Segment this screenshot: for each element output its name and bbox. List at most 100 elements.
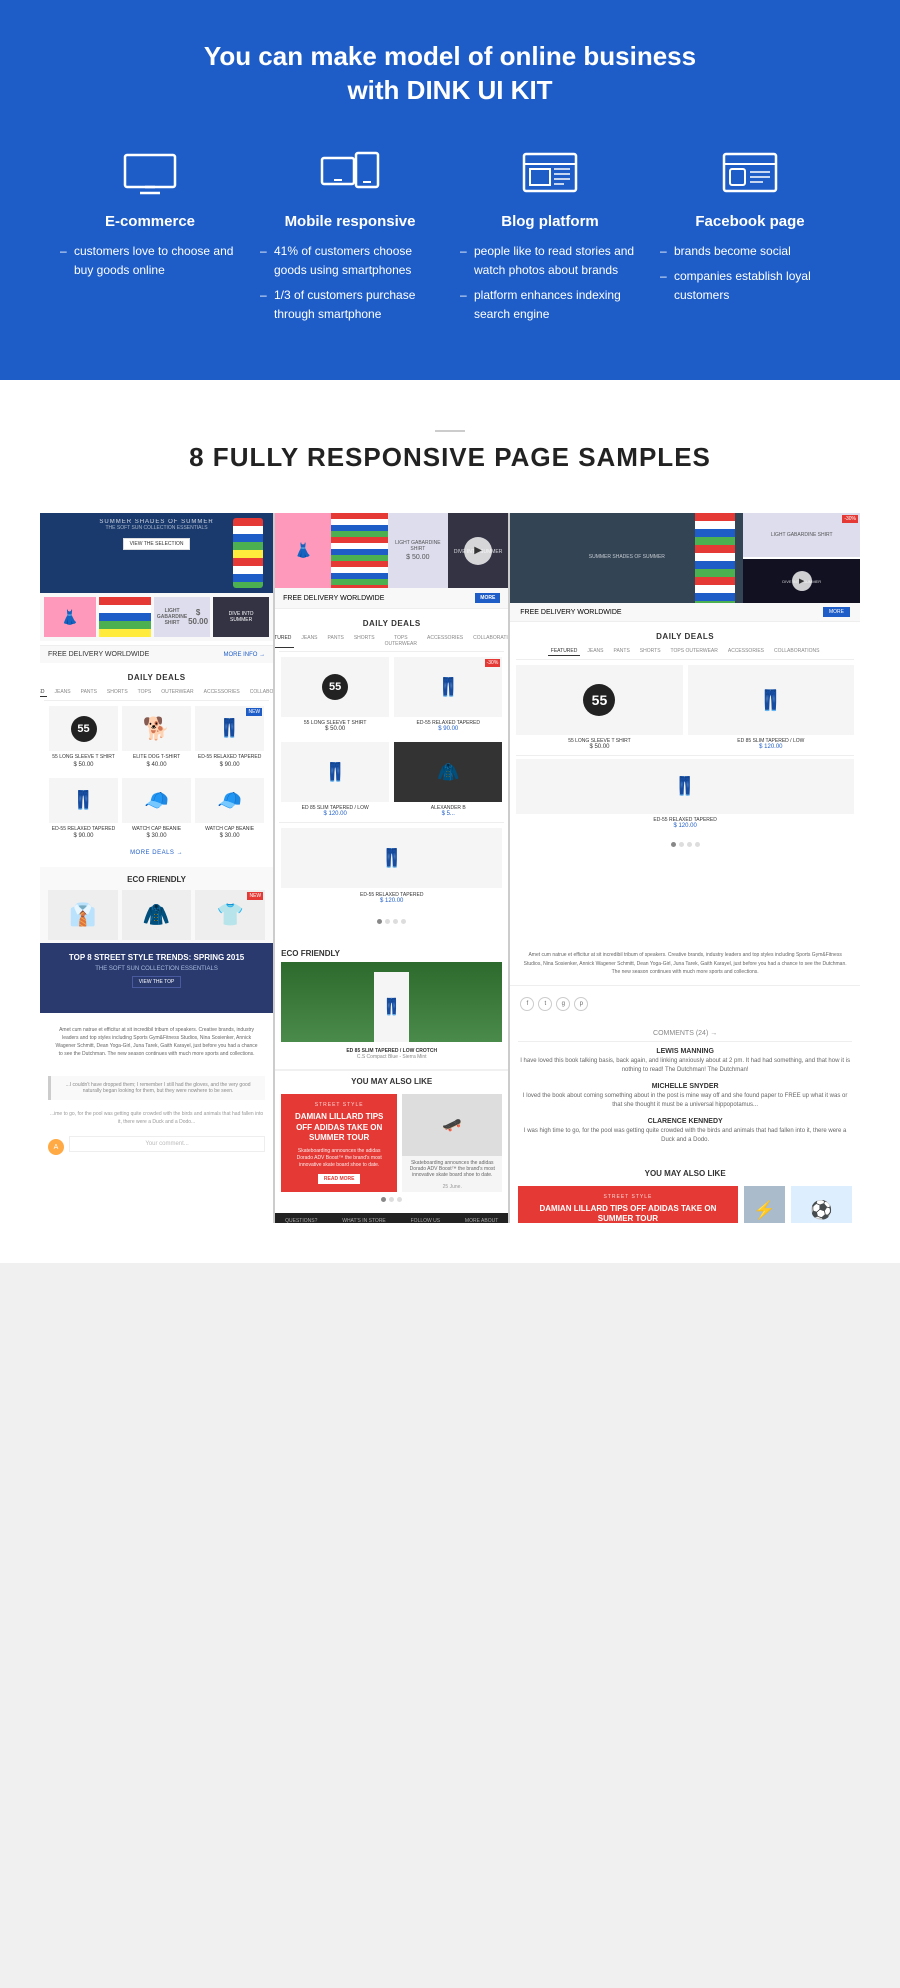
tab3-shorts[interactable]: SHORTS (637, 647, 664, 656)
tab3-featured[interactable]: FEATURED (548, 647, 581, 656)
comment-1: LEWIS MANNING I have loved this book tal… (518, 1048, 852, 1075)
dots-2 (275, 914, 508, 929)
comment-input[interactable]: Your comment... (69, 1136, 265, 1152)
thumb-1: 👗 (44, 597, 96, 637)
shirt-icon: 👔 (69, 902, 96, 928)
products-row-3: 👖 ED 85 SLIM TAPERED / LOW $ 120.00 🧥 AL… (279, 737, 504, 822)
hero-main-slide: SUMMER SHADES OF SUMMER (510, 513, 743, 603)
tab2-accessories[interactable]: ACCESSORIES (424, 634, 466, 648)
tab-accessories[interactable]: ACCESSORIES (201, 688, 243, 697)
more-info-link[interactable]: MORE INFO → (223, 652, 265, 658)
tab-pants[interactable]: PANTS (78, 688, 100, 697)
pants-icon: 👖 (218, 718, 240, 739)
eco-title-2: ECO FRIENDLY (281, 949, 340, 958)
comment-author-2: MICHELLE SNYDER (518, 1083, 852, 1090)
tab3-collaborations[interactable]: COLLABORATIONS (771, 647, 822, 656)
card-btn-1[interactable]: READ MORE (318, 1174, 361, 1184)
tab3-tops-outerwear[interactable]: TOPS OUTERWEAR (668, 647, 721, 656)
more-btn-3[interactable]: MORE (823, 607, 850, 617)
comment-input-row: A Your comment... (40, 1131, 273, 1163)
play-button[interactable]: ▶ (464, 537, 492, 565)
thumb-4: DIVE INTOSUMMER (213, 597, 269, 637)
slider-row-2: 👗 LIGHT GABARDINE SHIRT $ 50.00 ▶ DIVE I… (275, 513, 508, 588)
slide-thumbs-3: -30% LIGHT GABARDINE SHIRT ▶ DIVE INTO S… (743, 513, 860, 603)
card-wide-label-1: STREET STYLE (526, 1194, 729, 1200)
free-delivery-text-2: FREE DELIVERY WORLDWIDE (283, 595, 384, 602)
comment-text-1: I have loved this book talking basis, ba… (518, 1057, 852, 1075)
free-delivery-text: FREE DELIVERY WORLDWIDE (48, 651, 149, 658)
avatar: A (48, 1139, 64, 1155)
hero-title: You can make model of online businesswit… (60, 40, 840, 108)
product-wide-img-1: 55 (516, 665, 682, 735)
pants-icon-2: 👖 (72, 790, 94, 811)
tab3-pants[interactable]: PANTS (610, 647, 632, 656)
feature-facebook: Facebook page brands become social compa… (660, 148, 840, 331)
tab3-jeans[interactable]: JEANS (584, 647, 606, 656)
tab-featured[interactable]: FEATURED (40, 688, 47, 697)
tab-jeans[interactable]: JEANS (51, 688, 73, 697)
slim-pants-icon: 👖 (324, 762, 346, 783)
eco-jeans-icon: 👖 (382, 997, 402, 1017)
social-icons: f t g p (520, 991, 850, 1017)
card-desc-1: Skateboarding announces the adidas Dorad… (289, 1148, 389, 1169)
ed55-wide-price: $ 120.00 (516, 823, 854, 829)
thumbnail-strip: 👗 LIGHT GABARDINE SHIRT$ 50.00 DIVE INTO… (40, 593, 273, 641)
play-btn-3[interactable]: ▶ (792, 571, 812, 591)
tab-collaborations[interactable]: COLLABORATIONS (247, 688, 273, 697)
mock-blog-col-1: TOP 8 STREET STYLE TRENDS: SPRING 2015 T… (40, 943, 273, 1223)
tab-tops[interactable]: TOPS (135, 688, 155, 697)
comments-title[interactable]: COMMENTS (24) → (518, 1030, 852, 1042)
ed55-wide-icon: 👖 (674, 776, 696, 797)
dot-3d (695, 842, 700, 847)
feature-blog: Blog platform people like to read storie… (460, 148, 640, 331)
eco-product-jeans-brand: C.S Compact Blue - Sierra Mint (281, 1054, 502, 1060)
card-wide-2: ⚡ SPORT ENERGY TAKES OVER Adidas and the… (744, 1186, 785, 1224)
product-alexander: 🧥 ALEXANDER B $ 5... (394, 742, 502, 817)
products-row-2: 55 55 LONG SLEEVE T SHIRT $ 50.00 -30% 👖 (279, 652, 504, 737)
free-delivery-bar: FREE DELIVERY WORLDWIDE MORE INFO → (40, 645, 273, 663)
card-2-date: 25 June. (402, 1182, 502, 1192)
tab2-collaborations[interactable]: COLLABORATIONS (470, 634, 508, 648)
tab-shorts[interactable]: SHORTS (104, 688, 131, 697)
tab2-jeans[interactable]: JEANS (298, 634, 320, 648)
comment-author-3: CLARENCE KENNEDY (518, 1118, 852, 1125)
tab2-pants[interactable]: PANTS (325, 634, 347, 648)
product-tshirt-2: 55 55 LONG SLEEVE T SHIRT $ 50.00 (281, 657, 389, 732)
tab2-featured[interactable]: FEATURED (275, 634, 294, 648)
pinterest-share-icon[interactable]: p (574, 997, 588, 1011)
tab-outerwear[interactable]: OUTERWEAR (158, 688, 196, 697)
product-img-p2: -30% 👖 (394, 657, 502, 717)
daily-deals-title-3: DAILY DEALS (516, 627, 854, 644)
facebook-share-icon[interactable]: f (520, 997, 534, 1011)
google-share-icon[interactable]: g (556, 997, 570, 1011)
view-top-btn[interactable]: VIEW THE TOP (132, 976, 182, 988)
product-p2-price: $ 90.00 (394, 726, 502, 732)
mock-ecommerce-2: 👗 LIGHT GABARDINE SHIRT $ 50.00 ▶ DIVE I… (275, 513, 508, 943)
mock-page-col-1: SUMMER SHADES OF SUMMER THE SOFT SUN COL… (40, 513, 273, 943)
tab2-shorts[interactable]: SHORTS (351, 634, 378, 648)
products-grid-1: 55 55 LONG SLEEVE T SHIRT $ 50.00 🐕 E (44, 701, 269, 773)
feature-blog-bullet-1: people like to read stories and watch ph… (460, 242, 640, 280)
gab-label-3: LIGHT GABARDINE SHIRT (771, 532, 833, 538)
product-img-2: 🐕 (122, 706, 191, 751)
more-deals-link[interactable]: MORE DEALS → (44, 844, 269, 862)
comment-author-1: LEWIS MANNING (518, 1048, 852, 1055)
pants-wide-icon: 👖 (758, 688, 783, 713)
dot-2b (385, 919, 390, 924)
tab3-accessories[interactable]: ACCESSORIES (725, 647, 767, 656)
hero-slider-3: SUMMER SHADES OF SUMMER -30% LIGHT GABAR… (510, 513, 860, 603)
product-img-t2: 55 (281, 657, 389, 717)
feature-ecommerce-title: E-commerce (60, 213, 240, 230)
feature-mobile-bullet-2: 1/3 of customers purchase through smartp… (260, 286, 440, 324)
badge-sale-2: -30% (485, 659, 501, 667)
product-price-4: $ 90.00 (49, 833, 118, 839)
more-btn[interactable]: MORE (475, 593, 500, 603)
feature-ecommerce: E-commerce customers love to choose and … (60, 148, 240, 331)
daily-deals-title: DAILY DEALS (44, 668, 269, 685)
card-title-1: DAMIAN LILLARD TIPS OFF ADIDAS TAKE ON S… (289, 1112, 389, 1143)
samples-section: 8 FULLY RESPONSIVE PAGE SAMPLES SUMMER S… (0, 380, 900, 1263)
slide-stripes (331, 513, 387, 588)
tab2-tops-outerwear[interactable]: TOPS OUTERWEAR (382, 634, 420, 648)
twitter-share-icon[interactable]: t (538, 997, 552, 1011)
view-selection-btn[interactable]: VIEW THE SELECTION (123, 538, 191, 550)
